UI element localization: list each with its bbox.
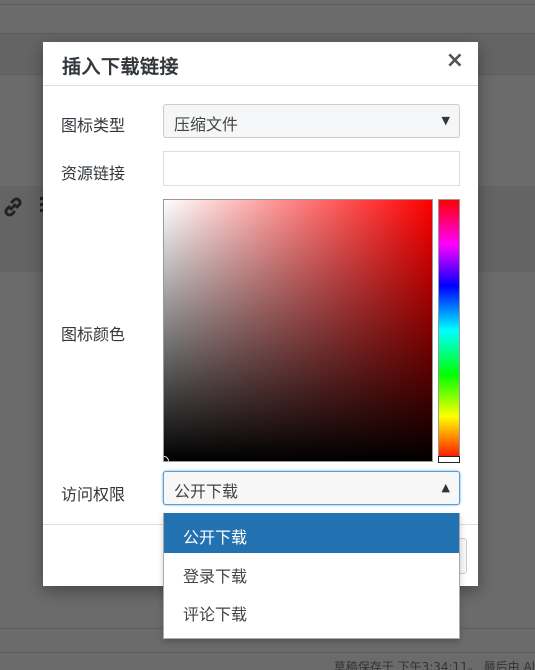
access-select[interactable]: 公开下载 ▲	[163, 471, 460, 505]
color-saturation-picker[interactable]	[163, 199, 433, 462]
dropdown-option-comment[interactable]: 评论下载	[164, 591, 459, 629]
access-label: 访问权限	[61, 485, 126, 504]
icon-color-label: 图标颜色	[61, 325, 126, 344]
icon-type-label: 图标类型	[61, 116, 126, 135]
hue-slider[interactable]	[438, 199, 460, 462]
dialog-header: 插入下载链接 ×	[43, 42, 478, 86]
draft-status-text: 草稿保存于 下午3:34:11。 最后由 Al	[333, 660, 535, 670]
icon-type-select[interactable]: 压缩文件 ▼	[163, 104, 460, 138]
background-divider	[0, 4, 535, 5]
chevron-up-icon: ▲	[441, 481, 450, 494]
access-dropdown-list: 公开下载 登录下载 评论下载	[163, 513, 460, 639]
insert-download-link-dialog: 插入下载链接 × 图标类型 压缩文件 ▼ 资源链接 图标颜色 访问权限 公开下载…	[43, 42, 478, 586]
resource-link-label: 资源链接	[61, 164, 126, 183]
link-icon	[2, 196, 24, 223]
hue-slider-handle[interactable]	[438, 456, 460, 463]
dialog-title: 插入下载链接	[62, 56, 180, 78]
icon-type-value: 压缩文件	[174, 115, 239, 134]
dropdown-option-public[interactable]: 公开下载	[164, 513, 459, 553]
access-value: 公开下载	[174, 482, 239, 501]
close-icon[interactable]: ×	[446, 50, 464, 72]
resource-link-input[interactable]	[163, 151, 460, 186]
chevron-down-icon: ▼	[441, 114, 450, 127]
value-gradient	[164, 200, 432, 461]
dropdown-option-login[interactable]: 登录下载	[164, 553, 459, 591]
background-divider	[0, 652, 535, 653]
